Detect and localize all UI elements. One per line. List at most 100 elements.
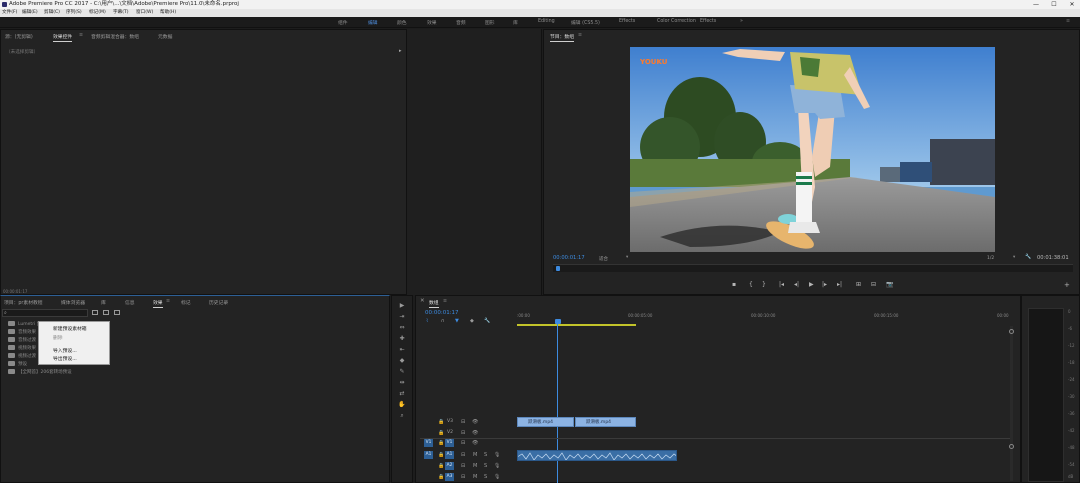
extract-button[interactable]: ⊟ <box>871 281 876 288</box>
track-a1-target[interactable]: A1 <box>445 451 454 459</box>
workspace-color-correction[interactable]: Color Correction <box>657 19 696 24</box>
lock-icon[interactable]: 🔒 <box>438 474 444 480</box>
lock-icon[interactable]: 🔒 <box>438 430 444 436</box>
snap-icon[interactable]: ⌇ <box>426 318 428 324</box>
tab-metadata[interactable]: 元数据 <box>158 33 172 40</box>
program-video-frame[interactable]: YOUKU <box>630 47 995 252</box>
eye-icon[interactable]: 👁 <box>472 419 478 425</box>
workspace-editing[interactable]: 编辑 <box>368 19 378 26</box>
menu-clip[interactable]: 剪辑(C) <box>44 9 60 17</box>
expand-arrow-icon[interactable]: ▸ <box>399 48 402 54</box>
time-ruler[interactable]: :00:00 00:00:05:00 00:00:10:00 00:00:15:… <box>517 310 1012 324</box>
solo-button[interactable]: S <box>484 452 487 458</box>
fit-dropdown[interactable]: 适合 <box>599 256 608 262</box>
solo-button[interactable]: S <box>484 463 487 469</box>
eye-icon[interactable]: 👁 <box>472 440 478 446</box>
effects-folder-audio-effects[interactable]: 音频效果 <box>4 329 36 337</box>
menu-item-new-preset-bin[interactable]: 新建预设素材箱 <box>53 325 87 332</box>
rate-stretch-tool-icon[interactable]: ⇤ <box>398 346 406 354</box>
razor-tool-icon[interactable]: ◆ <box>398 357 406 365</box>
selection-tool-icon[interactable]: ▶ <box>398 302 406 310</box>
voiceover-mic-icon[interactable]: 🎙 <box>494 474 500 480</box>
effects-folder-video-effects[interactable]: 视频效果 <box>4 345 36 353</box>
yuv-effects-icon[interactable] <box>114 310 120 315</box>
go-to-out-button[interactable]: ▸| <box>837 281 842 288</box>
sync-lock-icon[interactable]: ⊟ <box>461 463 465 469</box>
program-playhead-marker[interactable] <box>556 266 560 271</box>
track-v1-target[interactable]: V1 <box>445 439 454 447</box>
program-timecode[interactable]: 00:00:01:17 <box>553 255 585 261</box>
accelerated-effects-icon[interactable] <box>92 310 98 315</box>
workspace-cs55[interactable]: 编辑 (CS5.5) <box>571 19 600 26</box>
playhead-handle[interactable] <box>555 319 561 324</box>
ripple-edit-tool-icon[interactable]: ⇔ <box>398 324 406 332</box>
effects-folder-transition-presets[interactable]: 【全网首】206套转场预设 <box>4 369 72 377</box>
tab-effects[interactable]: 效果 <box>153 299 163 308</box>
tab-source[interactable]: 源：(无剪辑) <box>5 33 33 40</box>
voiceover-mic-icon[interactable]: 🎙 <box>494 463 500 469</box>
sync-lock-icon[interactable]: ⊟ <box>461 440 465 446</box>
source-patch-v1[interactable]: V1 <box>424 439 433 447</box>
slide-tool-icon[interactable]: ⇹ <box>398 379 406 387</box>
workspace-effects-en[interactable]: Effects <box>619 19 635 24</box>
effects-folder-audio-transitions[interactable]: 音频过渡 <box>4 337 36 345</box>
menu-window[interactable]: 窗口(W) <box>136 9 153 17</box>
timeline-settings-wrench-icon[interactable]: 🔧 <box>484 318 490 324</box>
resolution-dropdown[interactable]: 1/2 <box>987 256 994 261</box>
add-marker-button[interactable]: ▪ <box>732 281 736 288</box>
step-back-button[interactable]: ◂| <box>794 281 799 288</box>
sync-lock-icon[interactable]: ⊟ <box>461 430 465 436</box>
program-menu-icon[interactable]: ≡ <box>578 33 582 38</box>
audio-clip[interactable] <box>517 450 677 461</box>
tab-effect-controls[interactable]: 效果控件 <box>53 33 73 42</box>
program-monitor-title[interactable]: 节目：数组 <box>550 33 574 42</box>
track-a2-target[interactable]: A2 <box>445 462 454 470</box>
effects-menu-icon[interactable]: ≡ <box>166 299 170 304</box>
workspace-editing-en[interactable]: Editing <box>538 19 555 24</box>
work-area-bar[interactable] <box>517 324 636 326</box>
menu-help[interactable]: 帮助(H) <box>160 9 176 17</box>
menu-item-delete[interactable]: 删除 <box>53 334 63 341</box>
lock-icon[interactable]: 🔒 <box>438 463 444 469</box>
tab-project[interactable]: 项目：pr素材教程 <box>4 299 43 306</box>
marker-icon[interactable]: ◆ <box>470 318 474 324</box>
mute-button[interactable]: M <box>473 474 477 480</box>
menu-sequence[interactable]: 序列(S) <box>66 9 82 17</box>
close-window-button[interactable]: ✕ <box>1064 0 1080 9</box>
workspace-menu-icon[interactable]: ≡ <box>1066 19 1070 24</box>
eye-icon[interactable]: 👁 <box>472 430 478 436</box>
export-frame-camera-icon[interactable]: 📷 <box>886 281 893 288</box>
effects-folder-presets[interactable]: 预设 <box>4 361 27 369</box>
menu-title[interactable]: 字幕(T) <box>113 9 129 17</box>
maximize-button[interactable]: ☐ <box>1046 0 1062 9</box>
lift-button[interactable]: ⊞ <box>856 281 861 288</box>
wrench-icon[interactable]: 🔧 <box>1025 254 1031 260</box>
fit-dropdown-arrow-icon[interactable]: ▾ <box>626 255 628 260</box>
lock-icon[interactable]: 🔒 <box>438 452 444 458</box>
video-clip[interactable]: 跃滑板.mp4 <box>517 417 574 427</box>
tab-media-browser[interactable]: 媒体浏览器 <box>61 299 85 306</box>
solo-button[interactable]: S <box>484 474 487 480</box>
menu-item-export-presets[interactable]: 导出预设... <box>53 355 77 362</box>
workspace-effects[interactable]: 效果 <box>427 19 437 26</box>
minimize-button[interactable]: — <box>1028 0 1044 9</box>
menu-file[interactable]: 文件(F) <box>2 9 17 17</box>
menu-edit[interactable]: 编辑(E) <box>22 9 38 17</box>
scroll-handle-top[interactable] <box>1009 329 1014 334</box>
workspace-assembly[interactable]: 组件 <box>338 19 348 26</box>
timeline-close-icon[interactable]: ✕ <box>420 298 425 304</box>
menu-item-import-presets[interactable]: 导入预设... <box>53 347 77 354</box>
mute-button[interactable]: M <box>473 463 477 469</box>
voiceover-mic-icon[interactable]: 🎙 <box>494 452 500 458</box>
sync-lock-icon[interactable]: ⊟ <box>461 452 465 458</box>
workspace-effects-2[interactable]: Effects <box>700 19 716 24</box>
tab-info[interactable]: 信息 <box>125 299 135 306</box>
sync-lock-icon[interactable]: ⊟ <box>461 419 465 425</box>
lock-icon[interactable]: 🔒 <box>438 440 444 446</box>
add-button[interactable]: + <box>1064 281 1070 289</box>
zoom-tool-icon[interactable]: ⌕ <box>398 412 406 420</box>
workspace-overflow-button[interactable]: » <box>740 19 743 24</box>
video-clip[interactable]: 跃滑板.mp4 <box>575 417 636 427</box>
rolling-edit-tool-icon[interactable]: ✚ <box>398 335 406 343</box>
effects-search-input[interactable]: ⌕ <box>2 309 88 317</box>
